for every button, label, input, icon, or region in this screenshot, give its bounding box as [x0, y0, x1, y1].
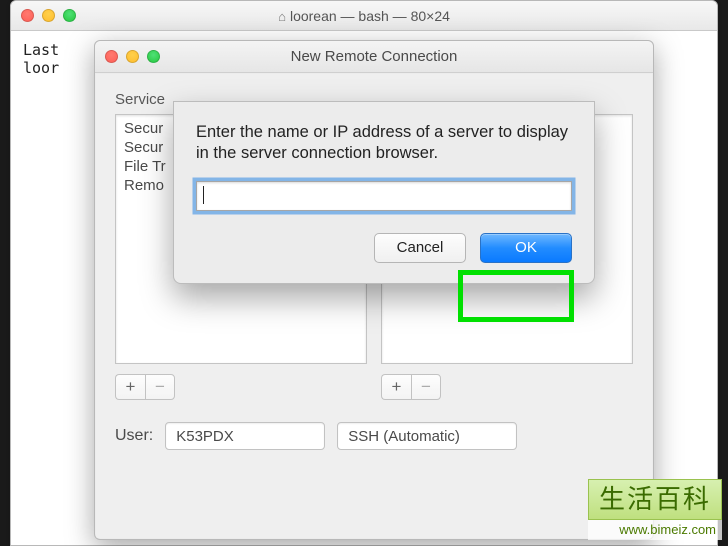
watermark: 生活百科 www.bimeiz.com	[588, 479, 722, 540]
text-caret-icon	[203, 186, 204, 204]
prompt-message: Enter the name or IP address of a server…	[196, 122, 572, 165]
cancel-button[interactable]: Cancel	[374, 233, 466, 263]
terminal-title: ⌂ loorean — bash — 80×24	[11, 8, 717, 24]
home-icon: ⌂	[278, 9, 286, 24]
terminal-titlebar: ⌂ loorean — bash — 80×24	[11, 1, 717, 31]
nrc-title: New Remote Connection	[95, 48, 653, 65]
terminal-line-1: Last	[23, 41, 59, 59]
watermark-brand: 生活百科	[588, 479, 722, 520]
server-prompt-sheet: Enter the name or IP address of a server…	[173, 101, 595, 284]
terminal-line-2: loor	[23, 59, 59, 77]
server-address-input[interactable]	[196, 181, 572, 211]
nrc-titlebar: New Remote Connection	[95, 41, 653, 73]
new-remote-connection-window: New Remote Connection Service Secur Secu…	[94, 40, 654, 540]
prompt-buttons: Cancel OK	[196, 233, 572, 263]
ok-button[interactable]: OK	[480, 233, 572, 263]
watermark-url: www.bimeiz.com	[588, 520, 722, 540]
terminal-title-text: loorean — bash — 80×24	[290, 8, 450, 24]
